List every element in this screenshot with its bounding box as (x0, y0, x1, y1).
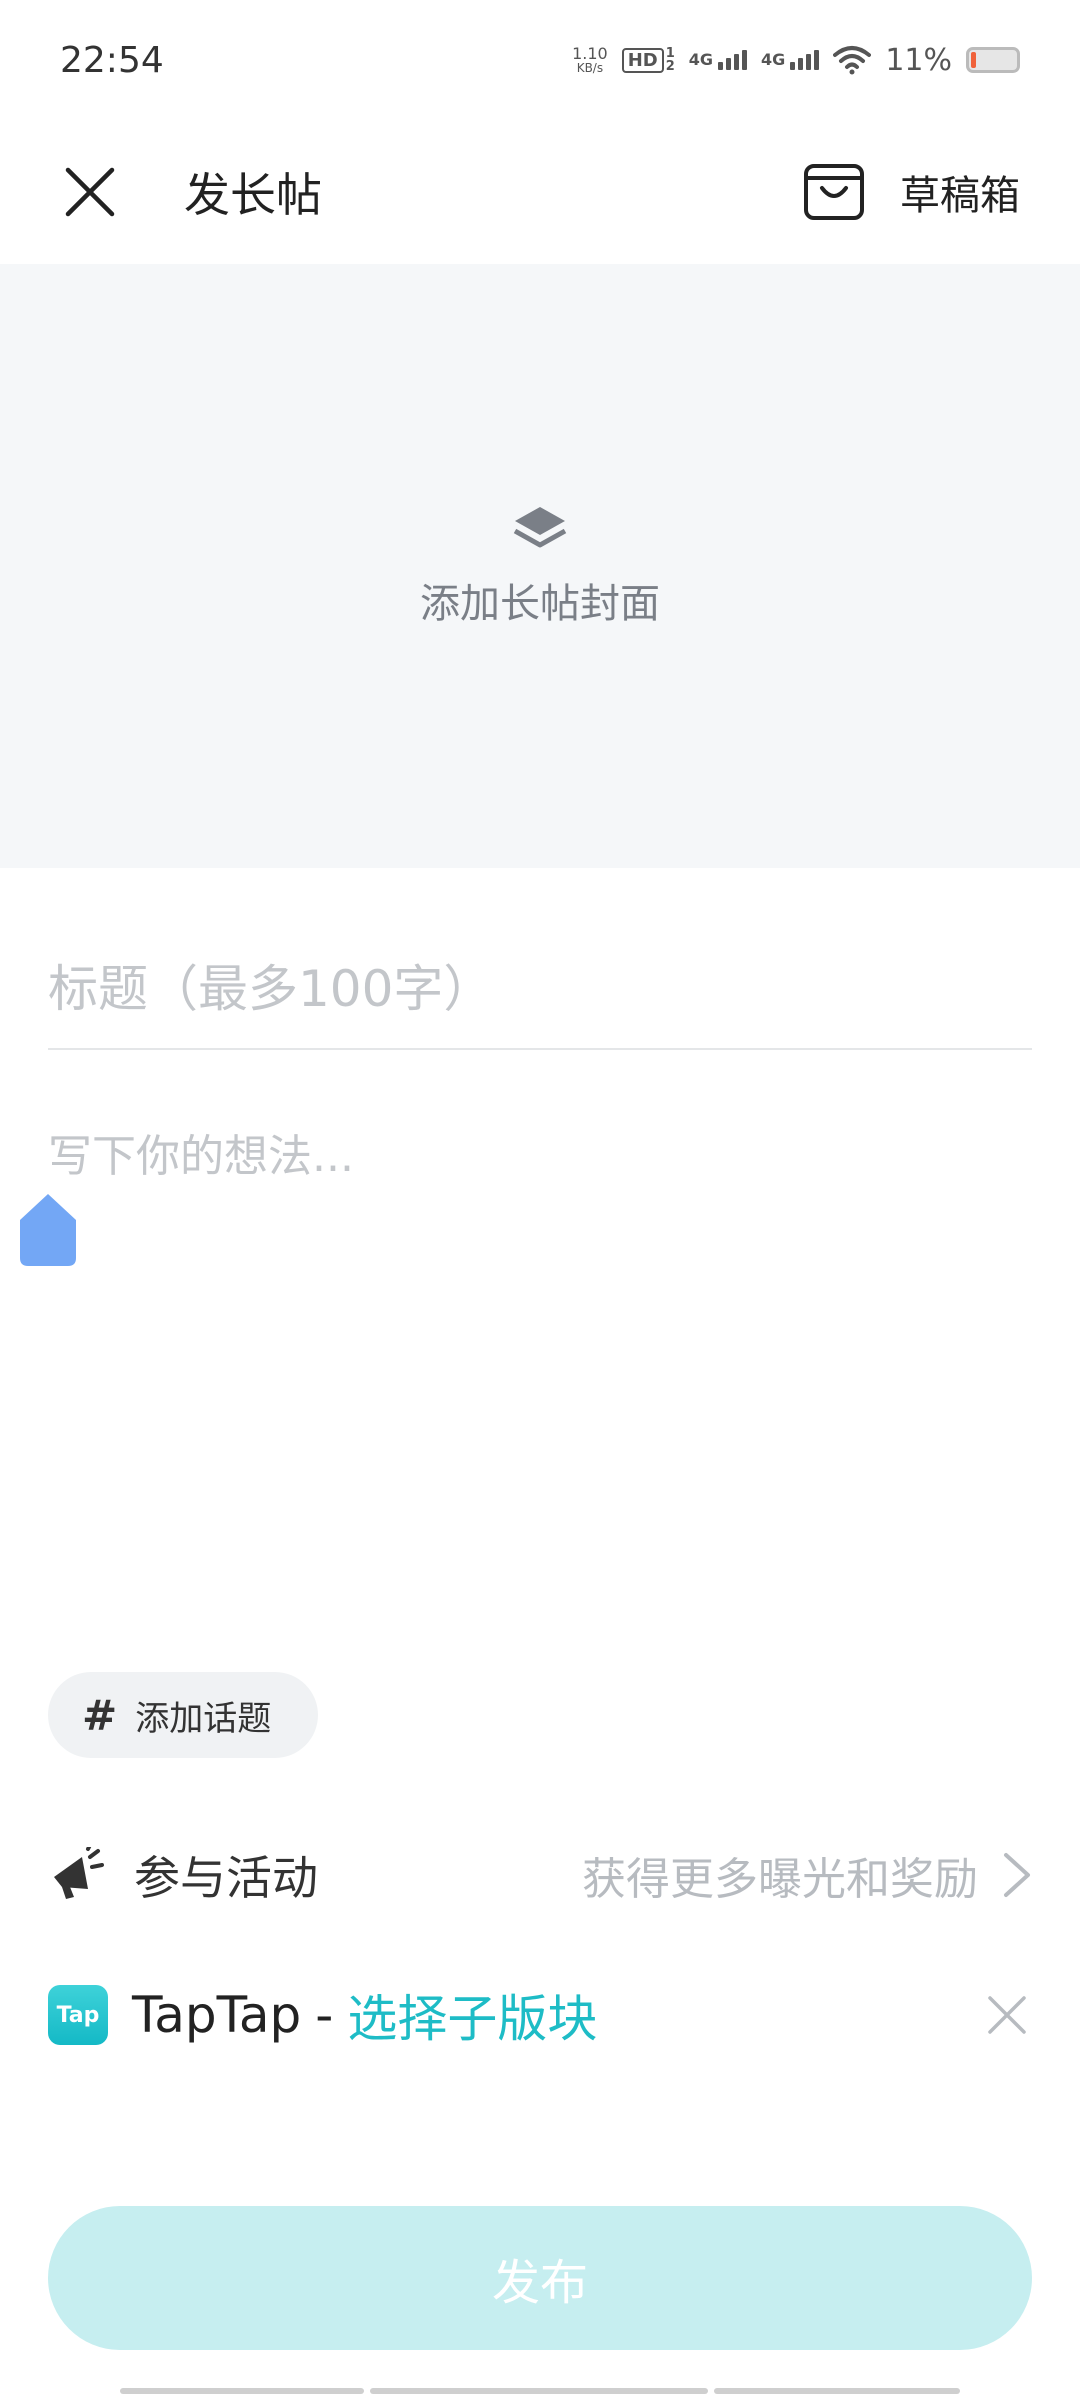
publish-button[interactable]: 发布 (48, 2206, 1032, 2350)
add-topic-label: 添加话题 (135, 1698, 272, 1739)
text-cursor-handle[interactable] (18, 1192, 78, 1268)
status-icons: 1.10 KB/s HD 1 2 4G 4G 11% (572, 43, 1020, 78)
add-topic-button[interactable]: # 添加话题 (48, 1672, 318, 1758)
join-activity-label: 参与活动 (134, 1851, 318, 1905)
battery-icon (966, 47, 1020, 73)
close-button[interactable] (60, 162, 120, 222)
status-bar: 22:54 1.10 KB/s HD 1 2 4G 4G 11% (0, 0, 1080, 120)
post-editor-screen: 22:54 1.10 KB/s HD 1 2 4G 4G 11% 发长帖 草稿箱… (0, 0, 1080, 2400)
close-icon (65, 167, 115, 217)
drafts-label: 草稿箱 (900, 173, 1020, 219)
close-icon (988, 1996, 1026, 2034)
wifi-icon (833, 46, 872, 75)
battery-fill (971, 52, 976, 68)
network-speed-unit: KB/s (576, 61, 604, 75)
page-title: 发长帖 (184, 168, 322, 222)
add-cover-label: 添加长帖封面 (420, 581, 660, 627)
hd-badge: HD (621, 47, 664, 73)
hash-icon: # (82, 1690, 118, 1740)
layers-icon (513, 507, 567, 548)
app-name: TapTap (132, 1986, 302, 2044)
network-speed-value: 1.10 (572, 44, 608, 63)
body-input[interactable] (48, 1120, 1032, 1590)
top-bar: 发长帖 草稿箱 (0, 120, 1080, 264)
taptap-logo: Tap (48, 1985, 108, 2045)
network-speed: 1.10 KB/s (572, 44, 608, 75)
join-activity-row[interactable]: 参与活动 获得更多曝光和奖励 (48, 1820, 1032, 1930)
choose-subsection-link[interactable]: 选择子版块 (347, 1979, 597, 2051)
signal-icon-2: 4G (761, 50, 820, 70)
signal-icon-1: 4G (688, 50, 748, 70)
remove-section-button[interactable] (982, 1990, 1032, 2040)
bag-icon (804, 164, 864, 220)
signal-1-label: 4G (688, 50, 714, 69)
gesture-navigation-bar (0, 2388, 1080, 2396)
hd-sub-bottom: 2 (665, 59, 675, 74)
drafts-button[interactable]: 草稿箱 (802, 160, 1020, 224)
add-cover-area[interactable]: 添加长帖封面 (0, 264, 1080, 868)
title-input[interactable] (48, 930, 1032, 1050)
section-selector-row: Tap TapTap - 选择子版块 (48, 1960, 1032, 2070)
megaphone-icon (54, 1847, 104, 1899)
status-time: 22:54 (60, 39, 164, 81)
signal-2-label: 4G (761, 50, 786, 69)
join-activity-hint: 获得更多曝光和奖励 (582, 1854, 978, 1905)
hd-icon: HD 1 2 (621, 47, 675, 74)
battery-percent: 11% (885, 42, 952, 78)
section-separator: - (315, 1986, 334, 2044)
chevron-right-icon (1004, 1853, 1030, 1897)
